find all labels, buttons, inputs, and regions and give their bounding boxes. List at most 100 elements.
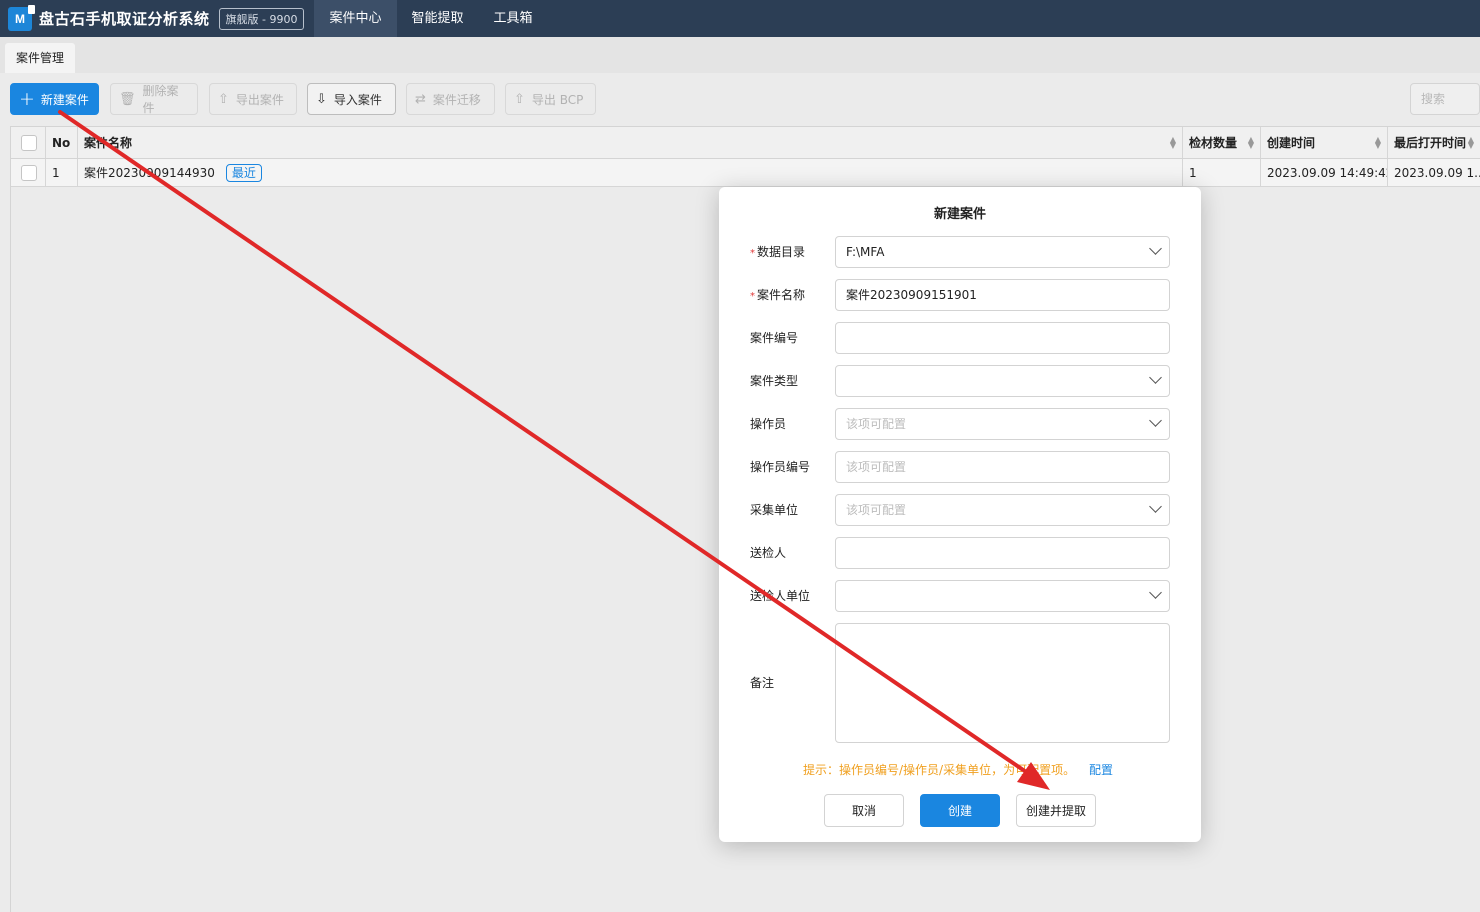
table-row[interactable]: 1 案件20230909144930 最近 1 2023.09.09 14:49… (11, 159, 1480, 187)
cancel-button[interactable]: 取消 (824, 794, 904, 827)
export-bcp-button[interactable]: ⇧ 导出 BCP (505, 83, 596, 115)
operator-placeholder: 该项可配置 (846, 417, 907, 431)
field-unit: 采集单位 该项可配置 (719, 494, 1201, 526)
create-button[interactable]: 创建 (920, 794, 1000, 827)
tab-strip: 案件管理 (0, 37, 1480, 73)
row-case-name-cell: 案件20230909144930 最近 (78, 159, 1183, 186)
delete-case-button[interactable]: 🗑 删除案件 (110, 83, 198, 115)
chevron-down-icon (1149, 414, 1162, 427)
row-checkbox[interactable] (21, 164, 37, 181)
chevron-down-icon (1149, 586, 1162, 599)
field-sender: 送检人 (719, 537, 1201, 569)
case-name-input[interactable]: 案件20230909151901 (835, 279, 1170, 311)
sort-icon: ▲ ▼ (1374, 135, 1381, 150)
select-all-cell (11, 127, 46, 158)
sender-unit-label: 送检人单位 (750, 589, 811, 603)
new-case-label: 新建案件 (40, 92, 89, 107)
case-type-label: 案件类型 (750, 374, 799, 388)
data-dir-label: * 数据目录 (750, 245, 806, 259)
operator-label: 操作员 (750, 417, 787, 431)
field-case-name: * 案件名称 案件20230909151901 (719, 279, 1201, 311)
recent-badge: 最近 (225, 163, 262, 182)
plus-icon: + (19, 88, 35, 110)
field-data-dir: * 数据目录 F:\MFA (719, 236, 1201, 268)
col-last-opened-label: 最后打开时间 (1394, 136, 1467, 150)
case-no-label: 案件编号 (750, 331, 799, 345)
case-type-select[interactable] (835, 365, 1170, 397)
col-case-name[interactable]: 案件名称 ▲ ▼ (78, 127, 1183, 158)
new-case-dialog: 新建案件 * 数据目录 F:\MFA * 案件名称 案件20230909151901… (719, 187, 1201, 842)
config-hint: 提示：操作员编号/操作员/采集单位，为可配置项。 (803, 763, 1076, 777)
sort-icon: ▲ ▼ (1169, 135, 1176, 150)
export-case-label: 导出案件 (235, 92, 284, 107)
import-case-button[interactable]: ⇩ 导入案件 (307, 83, 396, 115)
col-evidence-count[interactable]: 检材数量 ▲ ▼ (1183, 127, 1261, 158)
app-title: 盘古石手机取证分析系统 (39, 10, 210, 28)
case-name-label: * 案件名称 (750, 288, 806, 302)
nav-toolbox[interactable]: 工具箱 (479, 0, 548, 37)
sender-unit-select[interactable] (835, 580, 1170, 612)
col-created-time[interactable]: 创建时间 ▲ ▼ (1261, 127, 1388, 158)
required-mark: * (750, 291, 755, 302)
row-evidence-count: 1 (1183, 159, 1261, 186)
nav-smart-extract[interactable]: 智能提取 (397, 0, 479, 37)
remark-label: 备注 (750, 676, 775, 690)
row-created-time: 2023.09.09 14:49:42 (1261, 159, 1388, 186)
unit-placeholder: 该项可配置 (846, 503, 907, 517)
edition-badge: 旗舰版 - 9900 (218, 7, 305, 30)
field-operator-no: 操作员编号 该项可配置 (719, 451, 1201, 483)
migrate-case-label: 案件迁移 (432, 92, 481, 107)
operator-no-label: 操作员编号 (750, 460, 811, 474)
required-mark: * (750, 248, 755, 259)
toolbar: + 新建案件 🗑 删除案件 ⇧ 导出案件 ⇩ 导入案件 ⇄ 案件迁移 ⇧ 导出 … (0, 73, 1480, 127)
unit-select[interactable]: 该项可配置 (835, 494, 1170, 526)
select-all-checkbox[interactable] (21, 134, 37, 151)
config-link[interactable]: 配置 (1089, 761, 1113, 778)
chevron-down-icon (1149, 371, 1162, 384)
dialog-title: 新建案件 (933, 207, 986, 222)
field-case-type: 案件类型 (719, 365, 1201, 397)
migrate-case-button[interactable]: ⇄ 案件迁移 (406, 83, 495, 115)
data-dir-select[interactable]: F:\MFA (835, 236, 1170, 268)
new-case-button[interactable]: + 新建案件 (10, 83, 99, 115)
unit-label: 采集单位 (750, 503, 799, 517)
tab-case-management[interactable]: 案件管理 (5, 43, 76, 73)
col-case-name-label: 案件名称 (84, 136, 133, 150)
title-bar: M 盘古石手机取证分析系统 旗舰版 - 9900 案件中心 智能提取 工具箱 (0, 0, 1480, 37)
create-and-extract-button[interactable]: 创建并提取 (1016, 794, 1096, 827)
col-evidence-count-label: 检材数量 (1189, 136, 1238, 150)
main-nav: 案件中心 智能提取 工具箱 (314, 0, 547, 37)
export-bcp-label: 导出 BCP (531, 92, 584, 107)
chevron-down-icon (1149, 500, 1162, 513)
row-last-opened: 2023.09.09 1... (1388, 159, 1480, 186)
row-case-name: 案件20230909144930 (84, 166, 215, 180)
col-last-opened[interactable]: 最后打开时间 ▲ ▼ (1388, 127, 1480, 158)
field-case-no: 案件编号 (719, 322, 1201, 354)
app-logo-icon: M (8, 4, 35, 31)
export-bcp-icon: ⇧ (514, 91, 525, 107)
operator-no-input[interactable]: 该项可配置 (835, 451, 1170, 483)
sender-input[interactable] (835, 537, 1170, 569)
sender-label: 送检人 (750, 546, 787, 560)
export-case-button[interactable]: ⇧ 导出案件 (209, 83, 297, 115)
nav-case-center[interactable]: 案件中心 (314, 0, 397, 37)
remark-textarea[interactable] (835, 623, 1170, 743)
import-icon: ⇩ (316, 91, 327, 107)
case-no-input[interactable] (835, 322, 1170, 354)
data-dir-value: F:\MFA (846, 245, 885, 259)
sort-icon: ▲ ▼ (1247, 135, 1254, 150)
operator-select[interactable]: 该项可配置 (835, 408, 1170, 440)
field-sender-unit: 送检人单位 (719, 580, 1201, 612)
row-select-cell (11, 159, 46, 186)
trash-icon: 🗑 (119, 91, 136, 107)
row-no: 1 (46, 159, 78, 186)
table-header: No 案件名称 ▲ ▼ 检材数量 ▲ ▼ 创建时间 ▲ ▼ 最后打开时间 ▲ ▼ (11, 126, 1480, 159)
swap-icon: ⇄ (415, 91, 426, 107)
search-input[interactable]: 搜索 (1410, 83, 1480, 115)
col-no: No (46, 127, 78, 158)
sort-icon: ▲ ▼ (1467, 135, 1474, 150)
delete-case-label: 删除案件 (142, 84, 179, 115)
col-created-time-label: 创建时间 (1267, 136, 1316, 150)
chevron-down-icon (1149, 242, 1162, 255)
field-operator: 操作员 该项可配置 (719, 408, 1201, 440)
